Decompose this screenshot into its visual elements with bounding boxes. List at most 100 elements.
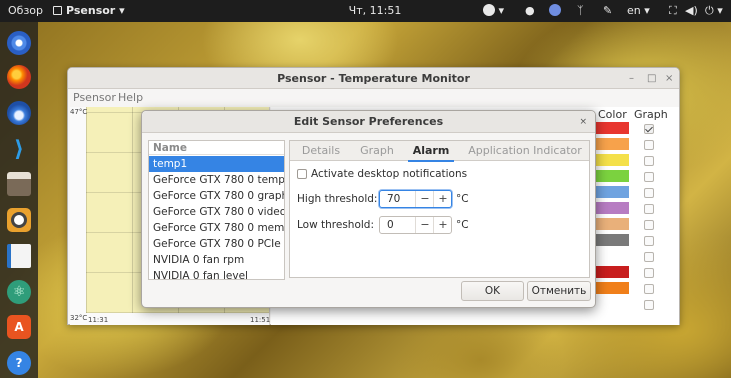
sensor-color-swatch[interactable] [596,154,629,166]
psensor-app-icon [53,6,62,15]
low-threshold-spinner[interactable]: 0 − + [379,216,452,234]
sensor-list-item[interactable]: temp1 [149,156,284,172]
sensor-color-swatch[interactable] [596,218,629,230]
tab-details[interactable]: Details [298,141,344,161]
graph-y-min-label: 32°C [70,314,88,322]
tab-alarm[interactable]: Alarm [408,141,454,162]
dock: ⟩ ⚛ A ? [0,22,38,378]
high-threshold-decrement-button[interactable]: − [415,191,434,207]
graph-visibility-checkbox[interactable] [644,172,654,182]
chevron-down-icon: ▾ [119,4,125,17]
column-header-color[interactable]: Color [598,108,627,121]
tab-application-indicator[interactable]: Application Indicator [463,141,587,161]
graph-visibility-checkbox[interactable] [644,252,654,262]
graph-visibility-checkbox[interactable] [644,284,654,294]
chromium-icon[interactable] [7,31,31,55]
graph-visibility-checkbox[interactable] [644,220,654,230]
high-threshold-increment-button[interactable]: + [433,191,452,207]
window-title: Psensor - Temperature Monitor [68,68,679,89]
sensor-color-swatch[interactable] [596,138,629,150]
sensor-list-header[interactable]: Name [149,141,284,155]
sensor-color-swatch[interactable] [596,122,629,134]
sensor-list-item[interactable]: NVIDIA 0 fan rpm [149,252,284,268]
clock[interactable]: Чт, 11:51 [340,0,410,22]
sensor-list-header-label: Name [153,142,187,154]
vscode-icon[interactable]: ⟩ [7,137,31,162]
graph-visibility-checkbox[interactable] [644,124,654,134]
column-header-graph[interactable]: Graph [634,108,668,121]
graph-visibility-checkbox[interactable] [644,188,654,198]
menu-psensor[interactable]: Psensor [73,89,116,106]
menu-bar: Psensor Help [68,89,679,106]
power-icon[interactable]: ⏻ ▾ [705,0,723,22]
sensor-color-swatch[interactable] [596,170,629,182]
sensor-color-swatch[interactable] [596,234,629,246]
high-threshold-label: High threshold: [297,193,378,205]
sync-icon[interactable]: ᛉ [577,0,584,22]
sensor-list-item[interactable]: GeForce GTX 780 0 graphics [149,188,284,204]
rhythmbox-icon[interactable] [7,208,31,232]
sensor-color-swatch[interactable] [596,266,629,278]
tab-graph[interactable]: Graph [354,141,400,161]
graph-visibility-checkbox[interactable] [644,140,654,150]
atom-icon[interactable]: ⚛ [7,280,31,304]
sensor-list-item[interactable]: GeForce GTX 780 0 PCIe [149,236,284,252]
app-menu-label: Psensor [66,4,116,17]
language-indicator[interactable]: en ▾ [627,0,650,22]
low-threshold-decrement-button[interactable]: − [415,217,434,233]
edit-sensor-preferences-dialog: Edit Sensor Preferences × Name temp1 GeFo… [141,110,596,308]
dialog-close-icon[interactable]: × [579,111,587,133]
sensor-color-swatch[interactable] [596,282,629,294]
sensor-list-item[interactable]: GeForce GTX 780 0 temp [149,172,284,188]
software-center-icon[interactable]: A [7,315,31,339]
activities-button[interactable]: Обзор [8,0,43,22]
files-icon[interactable] [7,172,31,196]
graph-visibility-checkbox[interactable] [644,268,654,278]
notifications-checkbox[interactable] [297,169,307,179]
minimize-icon[interactable]: – [629,68,634,89]
low-threshold-label: Low threshold: [297,219,375,231]
volume-indicator-icon[interactable]: ● [525,0,535,22]
tab-strip: Details Graph Alarm Application Indicato… [290,141,589,162]
firefox-icon[interactable] [7,65,31,89]
high-threshold-value[interactable]: 70 [387,191,400,207]
low-threshold-increment-button[interactable]: + [433,217,452,233]
high-threshold-spinner[interactable]: 70 − + [379,190,452,208]
app-menu[interactable]: Psensor ▾ [53,0,125,22]
graph-y-max-label: 47°C [70,108,88,116]
indicator-icon[interactable]: ▾ [483,0,504,22]
network-icon[interactable]: ⛶ [669,0,677,22]
maximize-icon[interactable]: □ [647,68,656,89]
graph-visibility-checkbox[interactable] [644,236,654,246]
sensor-color-swatch[interactable] [596,186,629,198]
graph-x-start-label: 11:31 [88,316,109,324]
graph-visibility-checkbox[interactable] [644,156,654,166]
close-icon[interactable]: × [665,68,673,89]
language-label: en [627,4,641,17]
notifications-label: Activate desktop notifications [311,168,468,180]
high-threshold-unit: °C [456,193,469,205]
speaker-icon[interactable]: ◀) [685,0,698,22]
sensor-list-item[interactable]: GeForce GTX 780 0 memory [149,220,284,236]
dialog-title: Edit Sensor Preferences [142,111,595,133]
ok-button[interactable]: OK [461,281,524,301]
sensor-list-item[interactable]: GeForce GTX 780 0 video [149,204,284,220]
sensor-list: Name temp1 GeForce GTX 780 0 temp GeForce … [148,140,285,282]
top-bar: Обзор Psensor ▾ Чт, 11:51 ▾ ● ᛉ ✎ en ▾ ⛶… [0,0,731,22]
graph-visibility-checkbox[interactable] [644,300,654,310]
menu-help[interactable]: Help [118,89,143,106]
preferences-tabs: Details Graph Alarm Application Indicato… [289,140,590,278]
telegram-icon[interactable] [549,0,561,22]
sensor-list-item[interactable]: NVIDIA 0 fan level [149,268,284,284]
cancel-button[interactable]: Отменить [527,281,591,301]
sensor-color-swatch[interactable] [596,202,629,214]
thunderbird-icon[interactable] [7,101,31,125]
pen-icon[interactable]: ✎ [603,0,612,22]
graph-x-end-label: 11:51 [250,316,271,324]
low-threshold-unit: °C [456,219,469,231]
writer-icon[interactable] [7,244,31,268]
low-threshold-value[interactable]: 0 [387,217,394,233]
help-icon[interactable]: ? [7,351,31,375]
sensor-color-swatch[interactable] [596,250,629,262]
graph-visibility-checkbox[interactable] [644,204,654,214]
